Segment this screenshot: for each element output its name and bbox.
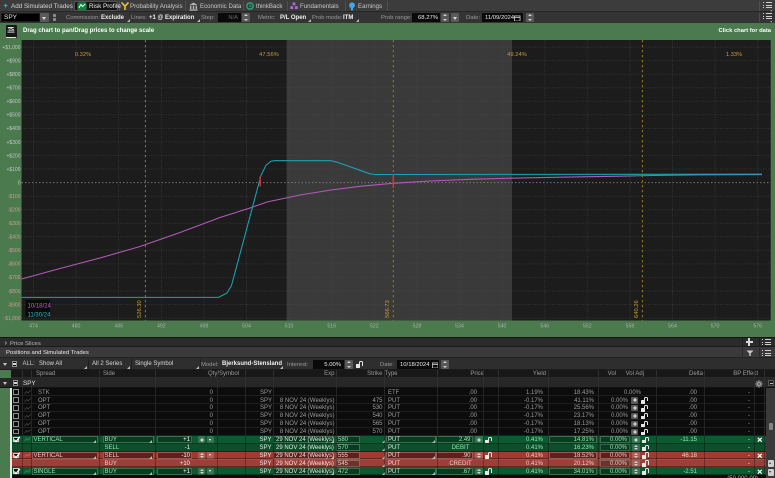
svg-text:-$500: -$500 (8, 248, 21, 254)
svg-text:552: 552 (583, 324, 592, 330)
svg-text:47.56%: 47.56% (259, 52, 279, 58)
svg-text:516: 516 (327, 324, 336, 330)
svg-text:498: 498 (200, 324, 209, 330)
svg-text:+$200: +$200 (6, 153, 20, 159)
svg-text:504: 504 (242, 324, 251, 330)
svg-text:-$1,000: -$1,000 (4, 316, 21, 322)
svg-text:-$600: -$600 (8, 262, 21, 268)
svg-text:+$1,000: +$1,000 (2, 45, 20, 51)
svg-text:558: 558 (626, 324, 635, 330)
svg-text:-$100: -$100 (8, 194, 21, 200)
svg-text:-$300: -$300 (8, 221, 21, 227)
svg-text:11/30/24: 11/30/24 (28, 312, 52, 318)
svg-text:+$500: +$500 (6, 113, 20, 119)
svg-text:570: 570 (711, 324, 720, 330)
svg-text:564: 564 (668, 324, 677, 330)
svg-text:+$600: +$600 (6, 99, 20, 105)
svg-text:640.26: 640.26 (634, 300, 640, 318)
svg-text:+$300: +$300 (6, 140, 20, 146)
svg-text:-$700: -$700 (8, 275, 21, 281)
svg-text:566.73: 566.73 (385, 300, 391, 318)
svg-text:1.33%: 1.33% (726, 52, 742, 58)
svg-text:+$800: +$800 (6, 72, 20, 78)
svg-text:+$100: +$100 (6, 167, 20, 173)
svg-text:546: 546 (540, 324, 549, 330)
svg-text:492: 492 (157, 324, 166, 330)
svg-text:480: 480 (72, 324, 81, 330)
svg-text:528: 528 (413, 324, 422, 330)
svg-text:10/18/24: 10/18/24 (28, 303, 52, 309)
svg-text:+$400: +$400 (6, 126, 20, 132)
svg-text:+$900: +$900 (6, 58, 20, 64)
svg-text:+$700: +$700 (6, 86, 20, 92)
svg-text:540: 540 (498, 324, 507, 330)
svg-text:474: 474 (29, 324, 38, 330)
svg-text:-$400: -$400 (8, 235, 21, 241)
svg-text:0: 0 (18, 180, 21, 186)
svg-text:510: 510 (285, 324, 294, 330)
svg-text:526.30: 526.30 (137, 300, 143, 318)
svg-text:-$900: -$900 (8, 302, 21, 308)
svg-text:49.24%: 49.24% (507, 52, 527, 58)
svg-text:534: 534 (455, 324, 464, 330)
svg-text:486: 486 (114, 324, 123, 330)
svg-text:-$200: -$200 (8, 208, 21, 214)
svg-text:-$800: -$800 (8, 289, 21, 295)
svg-text:522: 522 (370, 324, 379, 330)
svg-text:0.32%: 0.32% (75, 52, 91, 58)
svg-text:576: 576 (753, 324, 762, 330)
